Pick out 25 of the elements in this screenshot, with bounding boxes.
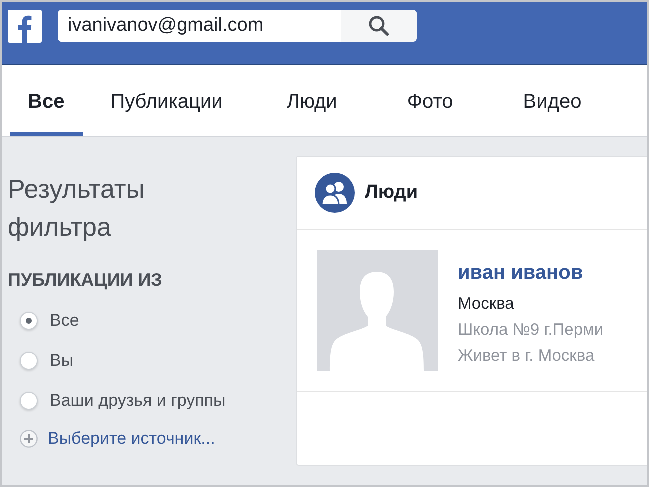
radio-button[interactable] [20,312,38,330]
person-detail: Живет в г. Москва [458,346,596,367]
search-icon [368,15,390,37]
tab[interactable]: Фото [389,65,472,136]
section-heading: ПУБЛИКАЦИИ ИЗ [8,270,162,291]
filter-title: Результаты фильтра [8,173,146,244]
radio-button[interactable] [20,352,38,370]
tab[interactable]: Все [10,65,83,136]
plus-icon[interactable] [20,430,38,448]
card-title: Люди [365,182,418,204]
person-detail: Школа №9 г.Перми [458,320,604,341]
search-button[interactable] [341,10,417,42]
search-field[interactable]: ivanivanov@gmail.com [58,10,417,42]
person-name-link[interactable]: иван иванов [458,262,604,285]
people-icon [315,173,355,213]
radio-label[interactable]: Вы [50,351,74,371]
radio-label[interactable]: Ваши друзья и группы [50,391,226,411]
logo-icon[interactable] [8,10,42,43]
radio-button[interactable] [20,392,38,410]
radio-label[interactable]: Все [50,311,80,331]
person-detail: Москва [458,294,516,315]
tab[interactable]: Публикации [92,65,241,136]
tab[interactable]: Видео [505,65,600,136]
tab[interactable]: Люди [268,65,356,136]
choose-source-link[interactable]: Выберите источник... [48,429,216,449]
